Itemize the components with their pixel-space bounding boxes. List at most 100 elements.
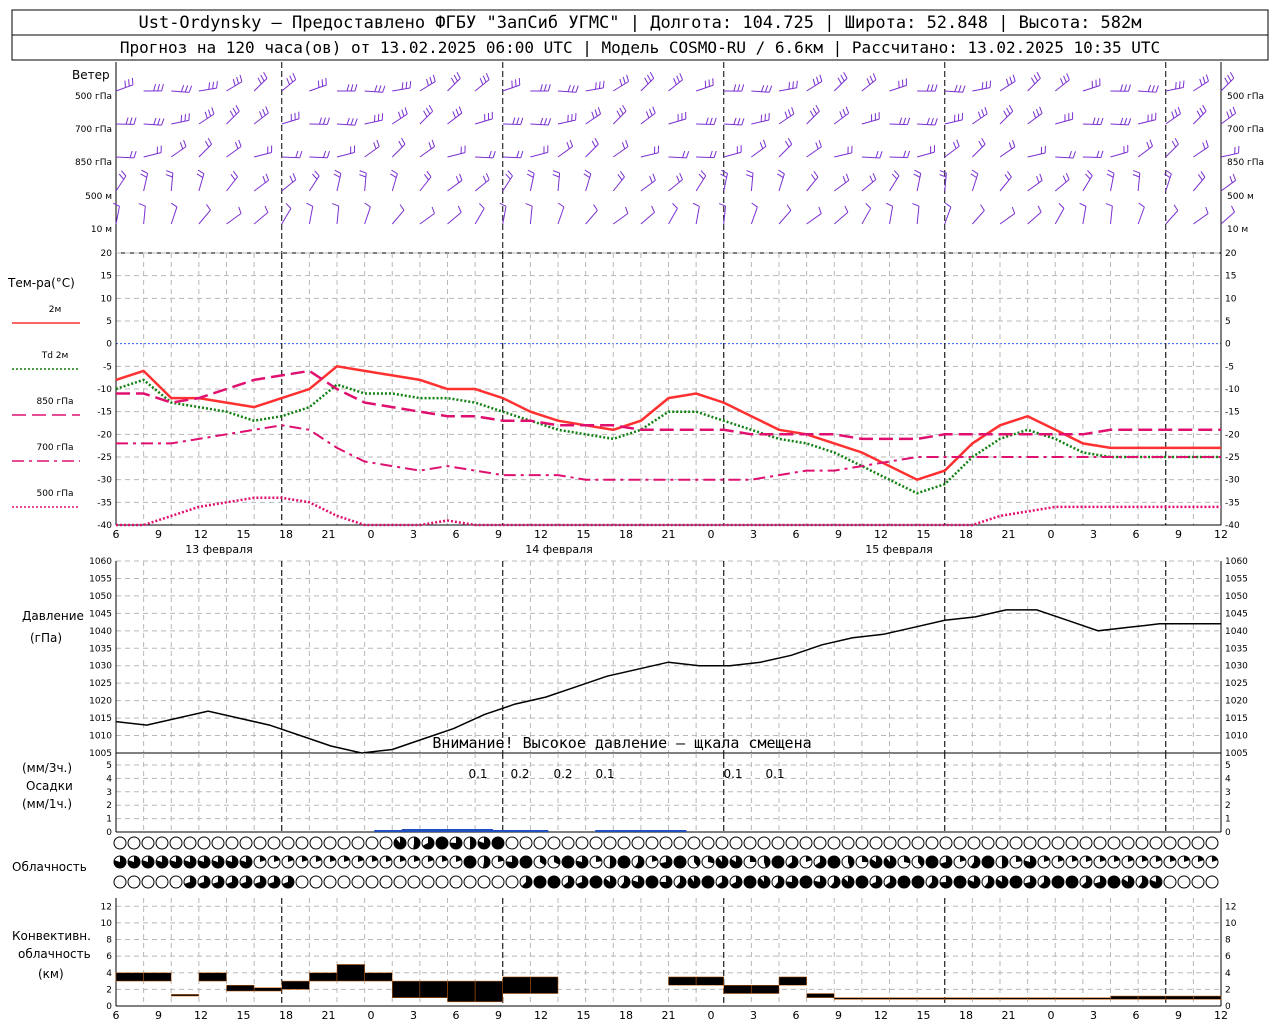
convective-title-3: (км) bbox=[38, 967, 64, 981]
wind-barb-feather bbox=[676, 175, 680, 183]
wind-barb-feather bbox=[1205, 206, 1209, 214]
wind-barb bbox=[557, 146, 573, 158]
wind-barb-feather bbox=[179, 142, 184, 150]
precip-ytick-left: 4 bbox=[106, 774, 112, 784]
wind-barb-feather bbox=[1004, 174, 1010, 181]
wind-barb-feather bbox=[118, 173, 125, 180]
cloud-symbol-fill bbox=[744, 876, 756, 888]
wind-level-label-right: 500 гПа bbox=[1227, 92, 1264, 102]
wind-barb-feather bbox=[183, 139, 187, 147]
wind-barb-feather bbox=[816, 76, 819, 84]
cloud-symbol bbox=[309, 836, 323, 850]
wind-barb bbox=[364, 90, 383, 93]
precip-ytick-left: 1 bbox=[106, 815, 112, 825]
wind-barb-feather bbox=[700, 170, 707, 177]
cloud-symbol bbox=[645, 836, 659, 850]
wind-barb bbox=[1082, 206, 1087, 225]
temp-ytick-right: 5 bbox=[1225, 317, 1231, 327]
cloud-symbol bbox=[1135, 836, 1149, 850]
wind-barb bbox=[778, 87, 797, 92]
wind-barb-feather bbox=[741, 84, 745, 92]
wind-barb-feather bbox=[488, 150, 492, 158]
convective-bar bbox=[1137, 995, 1166, 1000]
cloud-symbol bbox=[169, 836, 183, 850]
wind-barb-feather bbox=[452, 111, 456, 119]
wind-barb bbox=[695, 175, 707, 192]
cloud-symbol bbox=[1107, 836, 1121, 850]
wind-barb-feather bbox=[1030, 77, 1036, 85]
wind-barb-feather bbox=[1105, 203, 1113, 207]
cloud-symbol bbox=[211, 836, 225, 850]
pressure-ytick-right: 1005 bbox=[1225, 749, 1248, 759]
wind-barb-feather bbox=[140, 173, 147, 178]
precip-title: Осадки bbox=[26, 779, 73, 793]
wind-barb bbox=[502, 156, 521, 159]
wind-barb bbox=[336, 123, 355, 126]
cloud-symbol-fill bbox=[618, 856, 630, 868]
wind-barb-feather bbox=[1096, 117, 1100, 125]
wind-barb-feather bbox=[866, 78, 871, 85]
wind-barb-feather bbox=[1205, 140, 1209, 148]
wind-barb-feather bbox=[350, 84, 354, 92]
wind-barb-feather bbox=[428, 104, 434, 112]
cloud-symbol bbox=[365, 875, 379, 889]
pressure-unit: (гПа) bbox=[30, 631, 62, 645]
wind-barb-feather bbox=[872, 172, 877, 180]
wind-barb-feather bbox=[617, 174, 623, 181]
wind-barb-feather bbox=[378, 85, 382, 93]
cloud-symbol bbox=[225, 836, 239, 850]
wind-barb-feather bbox=[425, 107, 431, 115]
wind-barb-feather bbox=[713, 150, 717, 158]
pressure-ytick-left: 1005 bbox=[89, 749, 112, 759]
wind-barb bbox=[308, 175, 320, 192]
wind-barb-feather bbox=[373, 142, 377, 149]
wind-barb-feather bbox=[292, 173, 297, 180]
cloud-symbol bbox=[897, 836, 911, 850]
wind-barb-feather bbox=[616, 110, 621, 118]
cloud-symbol bbox=[477, 875, 491, 889]
wind-barb-feather bbox=[903, 150, 907, 158]
wind-barb-feather bbox=[1087, 170, 1093, 176]
convective-bar bbox=[1082, 997, 1111, 1000]
wind-barb-feather bbox=[289, 175, 294, 183]
cloud-symbol bbox=[183, 836, 197, 850]
wind-barb bbox=[308, 206, 314, 225]
temp-ytick-right: -10 bbox=[1225, 385, 1240, 395]
cloud-symbol bbox=[771, 836, 785, 850]
wind-barb-feather bbox=[815, 142, 819, 150]
wind-barb-feather bbox=[527, 169, 535, 174]
wind-barb-feather bbox=[893, 170, 900, 177]
wind-barb-feather bbox=[526, 173, 534, 178]
wind-barb bbox=[281, 179, 297, 192]
cloud-symbol-fill bbox=[750, 856, 756, 862]
cloud-symbol bbox=[673, 836, 687, 850]
wind-barb-feather bbox=[1060, 78, 1064, 85]
wind-barb-feather bbox=[1128, 118, 1132, 126]
precip-ytick-right: 2 bbox=[1225, 801, 1231, 811]
wind-barb bbox=[1138, 90, 1157, 93]
wind-barb bbox=[916, 151, 935, 158]
wind-barb-feather bbox=[262, 108, 266, 116]
conv-xtick: 6 bbox=[113, 1009, 120, 1022]
wind-barb-feather bbox=[1012, 74, 1016, 82]
cloud-symbol-fill bbox=[800, 876, 812, 888]
wind-barb bbox=[1082, 156, 1101, 159]
wind-barb-feather bbox=[891, 173, 898, 180]
cloud-symbol bbox=[1191, 836, 1205, 850]
wind-barb-feather bbox=[1202, 104, 1207, 112]
wind-barb-feather bbox=[1009, 76, 1013, 84]
wind-barb-feather bbox=[679, 173, 683, 180]
wind-barb-feather bbox=[971, 169, 979, 175]
wind-barb-feather bbox=[652, 106, 656, 114]
wind-barb-feather bbox=[455, 175, 460, 183]
convective-bar bbox=[530, 976, 559, 994]
wind-barb-feather bbox=[575, 85, 579, 93]
conv-xtick: 15 bbox=[577, 1009, 591, 1022]
conv-ytick-left: 12 bbox=[101, 902, 112, 912]
cloud-symbol bbox=[659, 836, 673, 850]
temp-ytick-left: 20 bbox=[101, 249, 113, 259]
wind-barb-feather bbox=[204, 140, 210, 148]
wind-barb bbox=[1054, 179, 1070, 192]
wind-barb-feather bbox=[431, 139, 436, 147]
wind-barb-feather bbox=[359, 170, 367, 174]
